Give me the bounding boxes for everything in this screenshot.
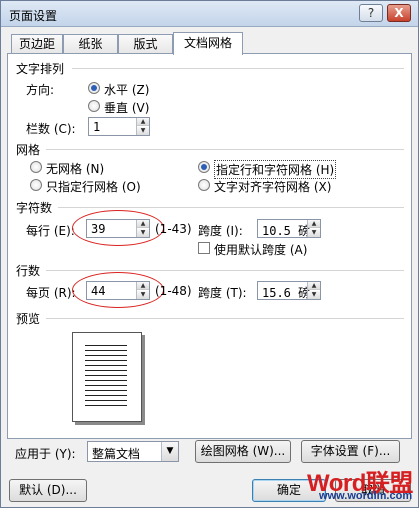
spin-down-icon[interactable]: ▼ <box>137 127 149 135</box>
line-grid-only-label[interactable]: 只指定行网格 (O) <box>46 178 141 195</box>
lines-per-page-label: 每页 (R): <box>26 286 76 300</box>
chars-per-line-label: 每行 (E): <box>26 224 75 238</box>
separator <box>46 318 404 319</box>
tab-paper[interactable]: 纸张 <box>63 34 118 54</box>
apply-to-value: 整篇文档 <box>92 447 141 461</box>
char-pitch-label: 跨度 (I): <box>198 224 243 238</box>
tab-margins[interactable]: 页边距 <box>11 34 63 54</box>
vertical-radio[interactable] <box>88 100 100 112</box>
apply-to-label: 应用于 (Y): <box>15 447 76 461</box>
line-pitch-spinner[interactable]: 15.6 磅 ▲ ▼ <box>257 281 321 300</box>
lines-title: 行数 <box>16 264 41 278</box>
separator <box>72 68 404 69</box>
vertical-label[interactable]: 垂直 (V) <box>104 99 149 116</box>
default-button[interactable]: 默认 (D)... <box>9 479 87 502</box>
snap-to-char-grid-label[interactable]: 文字对齐字符网格 (X) <box>214 178 331 195</box>
no-grid-label[interactable]: 无网格 (N) <box>46 160 104 177</box>
spin-up-icon[interactable]: ▲ <box>308 220 320 228</box>
text-direction-title: 文字排列 <box>16 62 65 76</box>
tab-panel-document-grid: 文字排列 方向: 水平 (Z) 垂直 (V) 栏数 (C): 1 ▲ ▼ 网格 … <box>7 53 412 439</box>
direction-label: 方向: <box>26 83 55 97</box>
default-pitch-label[interactable]: 使用默认跨度 (A) <box>214 241 307 258</box>
horizontal-label[interactable]: 水平 (Z) <box>104 81 149 98</box>
tab-document-grid[interactable]: 文档网格 <box>173 32 243 55</box>
columns-value: 1 <box>93 120 101 134</box>
spin-up-icon[interactable]: ▲ <box>308 282 320 290</box>
columns-label: 栏数 (C): <box>26 122 76 136</box>
grid-title: 网格 <box>16 143 41 157</box>
line-grid-only-radio[interactable] <box>30 179 42 191</box>
horizontal-radio[interactable] <box>88 82 100 94</box>
char-pitch-value: 10.5 磅 <box>262 224 311 238</box>
spin-down-icon[interactable]: ▼ <box>308 229 320 237</box>
preview-title: 预览 <box>16 312 41 326</box>
line-pitch-label: 跨度 (T): <box>198 286 247 300</box>
separator <box>46 149 404 150</box>
char-pitch-spinner[interactable]: 10.5 磅 ▲ ▼ <box>257 219 321 238</box>
window-title: 页面设置 <box>9 9 58 23</box>
chars-title: 字符数 <box>16 201 53 215</box>
separator <box>46 270 404 271</box>
close-button[interactable]: X <box>387 4 411 22</box>
tab-layout[interactable]: 版式 <box>118 34 173 54</box>
page-setup-dialog: 页面设置 ? X 页边距 纸张 版式 文档网格 文字排列 方向: 水平 (Z) … <box>0 0 419 508</box>
title-bar: 页面设置 ? X <box>1 1 418 27</box>
no-grid-radio[interactable] <box>30 161 42 173</box>
line-and-char-grid-label[interactable]: 指定行和字符网格 (H) <box>214 160 337 179</box>
chevron-down-icon[interactable]: ▼ <box>161 442 178 461</box>
spin-up-icon[interactable]: ▲ <box>137 118 149 126</box>
annotation-circle <box>72 210 164 246</box>
draw-grid-button[interactable]: 绘图网格 (W)... <box>195 440 291 463</box>
annotation-circle <box>72 272 164 308</box>
apply-to-select[interactable]: 整篇文档 ▼ <box>87 441 179 462</box>
lines-per-page-range: (1-48) <box>155 284 192 298</box>
watermark-url: www.wordlm.com <box>319 490 413 502</box>
font-settings-button[interactable]: 字体设置 (F)... <box>301 440 400 463</box>
default-pitch-checkbox[interactable] <box>198 242 210 254</box>
columns-spinner[interactable]: 1 ▲ ▼ <box>88 117 150 136</box>
spin-down-icon[interactable]: ▼ <box>308 291 320 299</box>
page-preview <box>72 332 142 422</box>
chars-per-line-range: (1-43) <box>155 222 192 236</box>
separator <box>58 207 404 208</box>
watermark-logo: Word联盟 www.wordlm.com <box>307 463 415 507</box>
line-pitch-value: 15.6 磅 <box>262 286 311 300</box>
line-and-char-grid-radio[interactable] <box>198 161 210 173</box>
help-button[interactable]: ? <box>359 4 383 22</box>
snap-to-char-grid-radio[interactable] <box>198 179 210 191</box>
